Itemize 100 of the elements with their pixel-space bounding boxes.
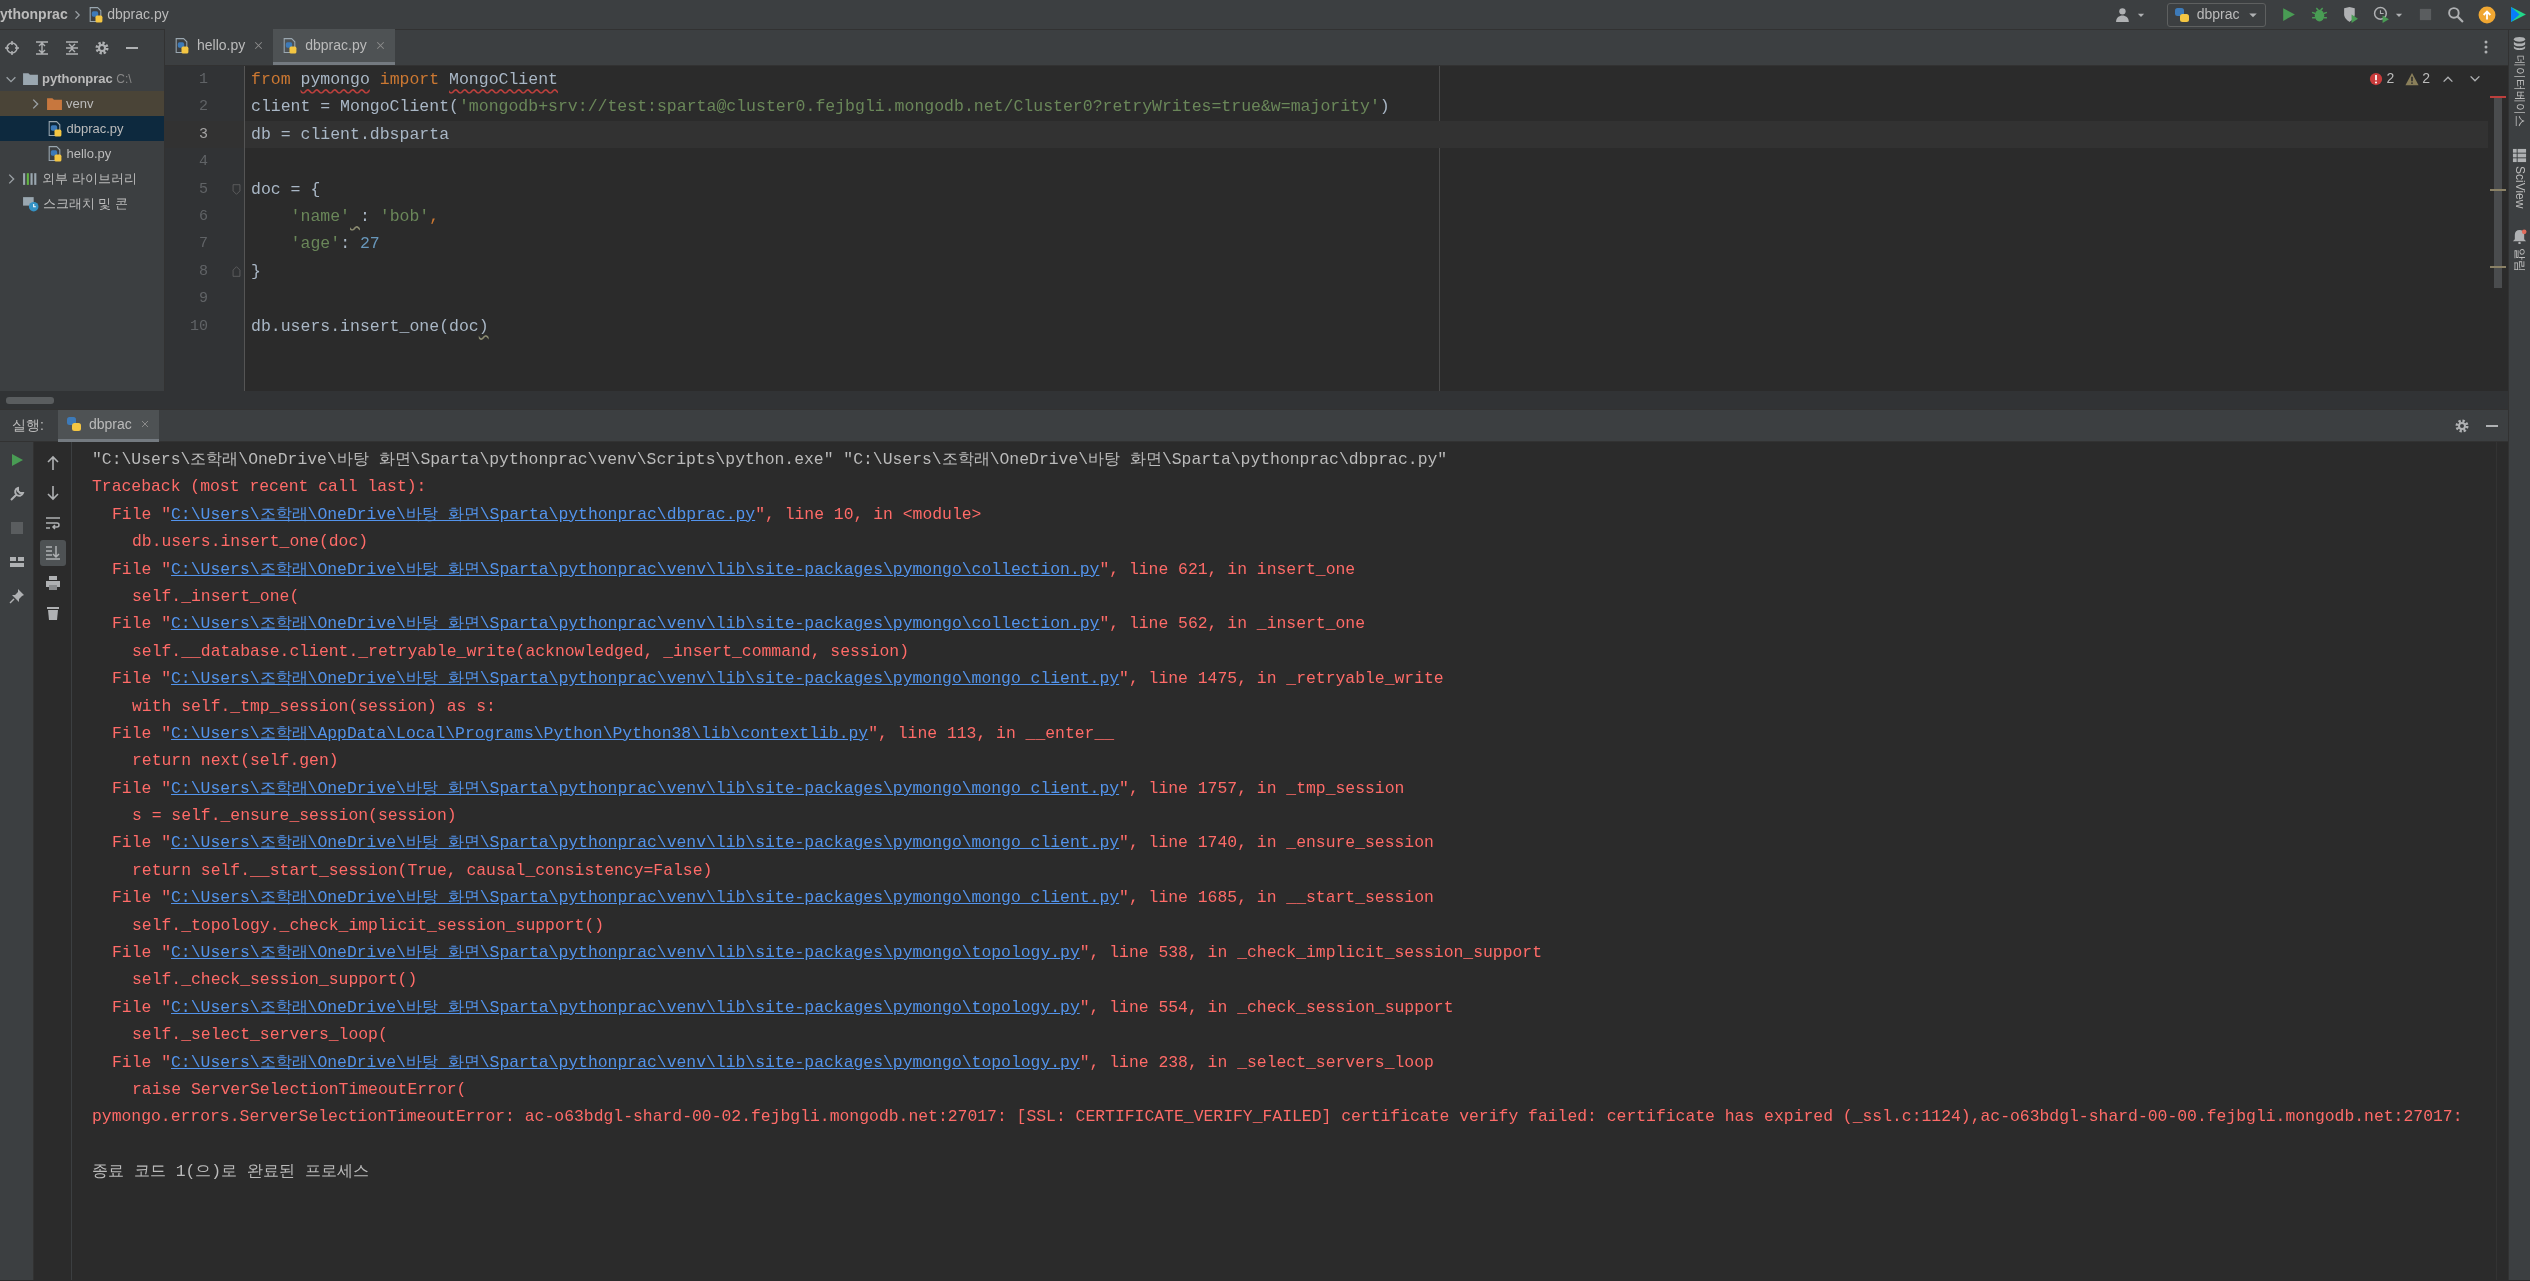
file-link[interactable]: C:\Users\조학래\OneDrive\바탕 화면\Sparta\pythonprac\venv\lib\site-packages\pymongo\mongo_client.py <box>171 888 1120 908</box>
console-line: with self._tmp_session(session) as s: <box>131 695 496 718</box>
error-count[interactable]: 2 <box>2386 68 2395 89</box>
scratch-icon <box>22 195 39 212</box>
tree-item[interactable]: pythonprac C:\ <box>0 66 164 91</box>
folder-icon <box>45 95 63 112</box>
collapse-all-icon[interactable] <box>64 40 80 56</box>
file-link[interactable]: C:\Users\조학래\OneDrive\바탕 화면\Sparta\pythonprac\venv\lib\site-packages\pymongo\mongo_client.py <box>171 669 1120 689</box>
folder-icon <box>21 70 39 87</box>
settings-icon[interactable] <box>2454 417 2470 434</box>
panel-title: 실행: <box>12 416 44 435</box>
tree-item[interactable]: hello.py <box>0 141 164 166</box>
fold-marker-icon[interactable] <box>231 264 242 278</box>
search-icon[interactable] <box>2446 6 2464 23</box>
console-line: db.users.insert_one(doc) <box>131 531 369 554</box>
app-logo-icon[interactable] <box>2509 6 2527 23</box>
layout-icon[interactable] <box>8 554 25 570</box>
console-line: pymongo.errors.ServerSelectionTimeoutError: ac-o63bdgl-shard-00-02.fejbgli.mongodb.net:27017: [SSL: CERTIFICATE_VERIFY_FAILED] certificate verify failed: certificate has expired (_ssl.c:1124),ac-o63bdgl-shard-00-00.fejbgli.mongodb.net:27017: <box>92 1106 2463 1129</box>
console-line: File "C:\Users\조학래\OneDrive\바탕 화면\Sparta\pythonprac\venv\lib\site-packages\pymongo\mongo_client.py", line 1757, in _tmp_session <box>111 777 1405 800</box>
bell-icon[interactable] <box>2512 229 2527 245</box>
scrollbar-thumb[interactable] <box>6 396 54 404</box>
python-icon <box>2173 6 2190 23</box>
python-file-icon <box>173 37 190 54</box>
console-line: self._check_session_support() <box>131 969 418 992</box>
scroll-to-end-button[interactable] <box>39 540 66 566</box>
console-line: File "C:\Users\조학래\OneDrive\바탕 화면\Sparta\pythonprac\venv\lib\site-packages\pymongo\collection.py", line 562, in _insert_one <box>111 613 1365 636</box>
code-line: db.users.insert_one(doc) <box>251 315 489 338</box>
clock-run-icon[interactable] <box>2372 6 2390 23</box>
file-link[interactable]: C:\Users\조학래\OneDrive\바탕 화면\Sparta\pythonprac\venv\lib\site-packages\pymongo\topology.py <box>171 1052 1080 1072</box>
soft-wrap-icon <box>44 515 61 531</box>
tool-window-tab[interactable]: 알림 <box>2510 247 2529 272</box>
tool-window-tab[interactable]: SciView <box>2510 166 2529 209</box>
tree-item[interactable]: dbprac.py <box>0 116 164 141</box>
settings-icon[interactable] <box>94 40 110 56</box>
error-icon[interactable] <box>2368 71 2383 86</box>
python-file-icon <box>46 120 63 137</box>
scroll-to-end-icon <box>44 545 61 561</box>
down-arrow-icon <box>44 485 61 501</box>
tree-item[interactable]: 외부 라이브러리 <box>0 166 164 191</box>
console-line: File "C:\Users\조학래\OneDrive\바탕 화면\Sparta\pythonprac\venv\lib\site-packages\pymongo\topology.py", line 238, in _select_servers_loop <box>111 1051 1434 1074</box>
console-line: self._topology._check_implicit_session_support() <box>131 914 605 937</box>
code-line: 'name' : 'bob', <box>289 205 440 228</box>
console-line: self.__database.client._retryable_write(acknowledged, _insert_command, session) <box>131 640 910 663</box>
breadcrumb-item[interactable]: dbprac.py <box>86 4 169 25</box>
console-line: s = self._ensure_session(session) <box>131 805 457 828</box>
locate-icon[interactable] <box>4 40 20 56</box>
file-link[interactable]: C:\Users\조학래\OneDrive\바탕 화면\Sparta\pythonprac\venv\lib\site-packages\pymongo\topology.py <box>171 943 1080 963</box>
python-file-icon <box>281 37 299 54</box>
file-link[interactable]: C:\Users\조학래\OneDrive\바탕 화면\Sparta\pythonprac\venv\lib\site-packages\pymongo\collection.py <box>171 614 1100 634</box>
python-file-icon <box>46 145 63 162</box>
code-line: from pymongo import MongoClient <box>251 69 558 91</box>
console-line: self._insert_one( <box>131 585 300 608</box>
wrench-icon[interactable] <box>8 486 25 502</box>
database-icon[interactable] <box>2512 36 2527 51</box>
file-link[interactable]: C:\Users\조학래\OneDrive\바탕 화면\Sparta\pythonprac\venv\lib\site-packages\pymongo\collection.py <box>171 559 1100 579</box>
grid-icon[interactable] <box>2512 147 2527 163</box>
python-icon <box>65 416 82 432</box>
code-line: } <box>251 260 261 283</box>
print-icon <box>44 575 61 591</box>
console-line: File "C:\Users\조학래\OneDrive\바탕 화면\Sparta\pythonprac\venv\lib\site-packages\pymongo\mongo_client.py", line 1475, in _retryable_write <box>111 668 1444 691</box>
bug-icon[interactable] <box>2310 6 2328 23</box>
console-line: File "C:\Users\조학래\AppData\Local\Programs\Python\Python38\lib\contextlib.py", line 113, in __enter__ <box>111 722 1115 745</box>
tree-item[interactable]: 스크래치 및 콘 <box>0 191 164 216</box>
file-link[interactable]: C:\Users\조학래\OneDrive\바탕 화면\Sparta\pythonprac\venv\lib\site-packages\pymongo\mongo_client.py <box>171 778 1120 798</box>
console-line: Traceback (most recent call last): <box>92 476 427 499</box>
console-line: return self.__start_session(True, causal_consistency=False) <box>131 859 713 882</box>
trash-icon <box>44 605 61 621</box>
tree-item[interactable]: venv <box>0 91 164 116</box>
console-line: File "C:\Users\조학래\OneDrive\바탕 화면\Sparta\pythonprac\venv\lib\site-packages\pymongo\topology.py", line 538, in _check_implicit_session_support <box>111 942 1543 965</box>
expand-all-icon[interactable] <box>34 40 50 56</box>
library-icon <box>21 170 39 187</box>
console-line: return next(self.gen) <box>131 750 339 773</box>
file-link[interactable]: C:\Users\조학래\OneDrive\바탕 화면\Sparta\pythonprac\dbprac.py <box>171 504 756 524</box>
code-line: client = MongoClient('mongodb+srv://test:sparta@cluster0.fejbgli.mongodb.net/Cluster0?retryWrites=true&w=majority') <box>251 96 1390 119</box>
console-line: raise ServerSelectionTimeoutError( <box>131 1079 467 1101</box>
update-icon[interactable] <box>2477 5 2496 24</box>
tool-window-tab[interactable]: 데이터베이스 <box>2510 54 2529 127</box>
breadcrumb-item[interactable]: ythonprac <box>0 4 68 25</box>
file-link[interactable]: C:\Users\조학래\OneDrive\바탕 화면\Sparta\pythonprac\venv\lib\site-packages\pymongo\mongo_client.py <box>171 833 1120 853</box>
console-line: File "C:\Users\조학래\OneDrive\바탕 화면\Sparta\pythonprac\venv\lib\site-packages\pymongo\collection.py", line 621, in insert_one <box>111 558 1356 581</box>
file-link[interactable]: C:\Users\조학래\OneDrive\바탕 화면\Sparta\pythonprac\venv\lib\site-packages\pymongo\topology.py <box>171 997 1080 1017</box>
shield-run-icon[interactable] <box>2341 6 2359 23</box>
console-line: File "C:\Users\조학래\OneDrive\바탕 화면\Sparta\pythonprac\dbprac.py", line 10, in <module> <box>111 503 982 526</box>
code-line: doc = { <box>251 178 321 201</box>
warning-count[interactable]: 2 <box>2422 68 2430 89</box>
run-config-dropdown[interactable]: dbprac <box>2166 2 2266 27</box>
pin-icon[interactable] <box>8 588 25 604</box>
console-line: File "C:\Users\조학래\OneDrive\바탕 화면\Sparta\pythonprac\venv\lib\site-packages\pymongo\topology.py", line 554, in _check_session_support <box>111 996 1454 1019</box>
fold-marker-icon[interactable] <box>231 182 242 196</box>
warning-icon[interactable] <box>2404 71 2419 86</box>
console-line: self._select_servers_loop( <box>131 1024 388 1047</box>
console-line: File "C:\Users\조학래\OneDrive\바탕 화면\Sparta\pythonprac\venv\lib\site-packages\pymongo\mongo_client.py", line 1685, in __start_session <box>111 887 1434 910</box>
file-link[interactable]: C:\Users\조학래\AppData\Local\Programs\Python\Python38\lib\contextlib.py <box>171 723 869 743</box>
path-hint: C:\ <box>116 70 132 88</box>
code-line: 'age': 27 <box>289 233 380 256</box>
console-line: File "C:\Users\조학래\OneDrive\바탕 화면\Sparta\pythonprac\venv\lib\site-packages\pymongo\mongo_client.py", line 1740, in _ensure_session <box>111 832 1434 855</box>
console-line: 종료 코드 1(으)로 완료된 프로세스 <box>92 1161 369 1184</box>
run-tab[interactable]: dbprac <box>57 409 159 442</box>
editor-tab[interactable]: dbprac.py <box>273 29 395 65</box>
code-line: db = client.dbsparta <box>251 123 450 146</box>
